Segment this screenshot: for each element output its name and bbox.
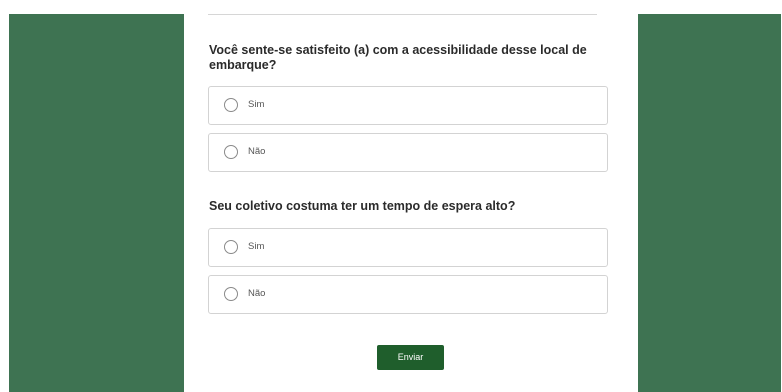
option-label: Não — [248, 146, 266, 157]
option-wait-time-nao[interactable]: Não — [208, 275, 608, 314]
option-label: Sim — [248, 99, 265, 110]
section-divider — [208, 14, 597, 15]
survey-form: Você sente-se satisfeito (a) com a acess… — [184, 0, 638, 392]
question-wait-time: Seu coletivo costuma ter um tempo de esp… — [209, 199, 516, 213]
question-accessibility: Você sente-se satisfeito (a) com a acess… — [209, 43, 587, 72]
radio-unchecked-icon[interactable] — [224, 287, 238, 301]
option-accessibility-nao[interactable]: Não — [208, 133, 608, 172]
option-accessibility-sim[interactable]: Sim — [208, 86, 608, 125]
radio-unchecked-icon[interactable] — [224, 240, 238, 254]
option-label: Não — [248, 288, 266, 299]
submit-button[interactable]: Enviar — [377, 345, 444, 370]
option-wait-time-sim[interactable]: Sim — [208, 228, 608, 267]
radio-unchecked-icon[interactable] — [224, 145, 238, 159]
option-label: Sim — [248, 241, 265, 252]
radio-unchecked-icon[interactable] — [224, 98, 238, 112]
